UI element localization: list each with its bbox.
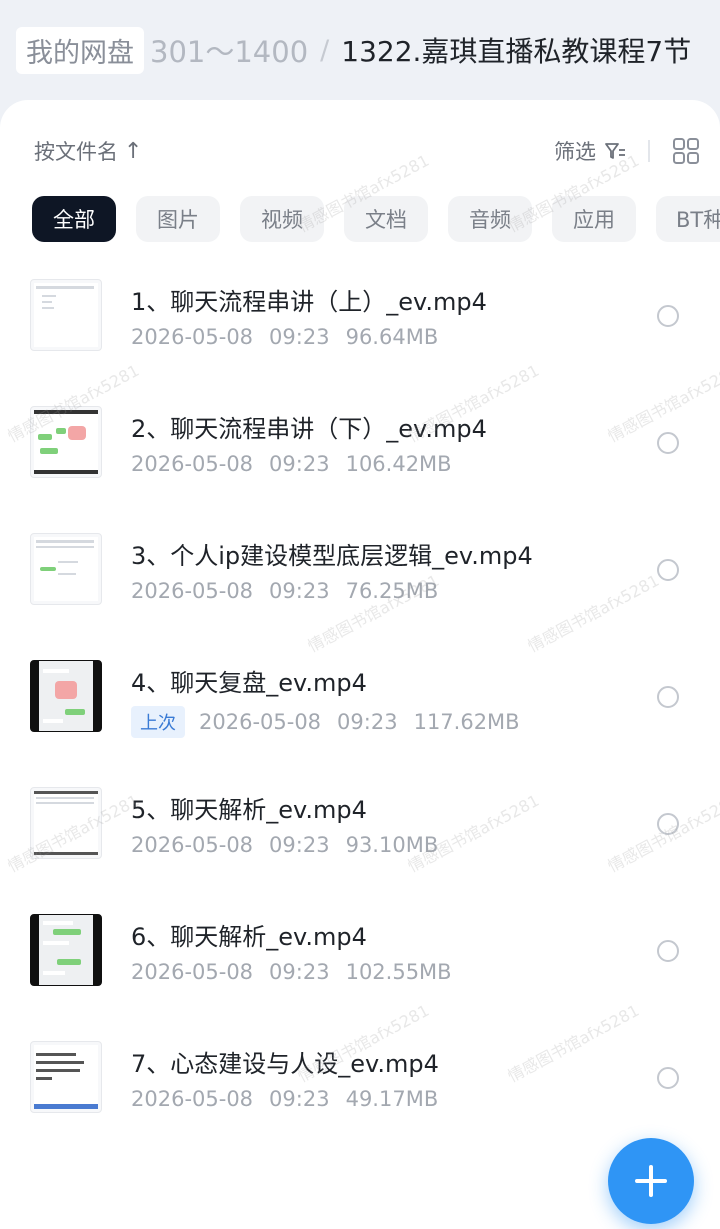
tab-images[interactable]: 图片 [136,196,220,242]
file-time: 09:23 [269,325,330,349]
file-meta: 上次 2026-05-08 09:23 117.62MB [131,706,536,738]
video-thumbnail [30,279,102,351]
file-row[interactable]: 1、聊天流程串讲（上）_ev.mp4 2026-05-08 09:23 96.6… [0,252,720,379]
file-size: 93.10MB [345,833,439,857]
file-row[interactable]: 4、聊天复盘_ev.mp4 上次 2026-05-08 09:23 117.62… [0,633,720,760]
sort-by-name-button[interactable]: 按文件名 [34,136,118,166]
breadcrumb-parent[interactable]: 301～1400 [150,29,308,71]
add-button[interactable] [608,1138,694,1224]
tab-videos[interactable]: 视频 [240,196,324,242]
file-name: 4、聊天复盘_ev.mp4 [131,669,367,697]
category-tabs: 全部 图片 视频 文档 音频 应用 BT种子 [32,196,720,242]
file-size: 76.25MB [345,579,439,603]
file-list: 1、聊天流程串讲（上）_ev.mp4 2026-05-08 09:23 96.6… [0,252,720,1141]
video-thumbnail [30,914,102,986]
file-size: 49.17MB [345,1087,439,1111]
tab-all[interactable]: 全部 [32,196,116,242]
breadcrumb-separator: / [320,34,330,66]
file-name: 5、聊天解析_ev.mp4 [131,796,367,824]
file-row[interactable]: 3、个人ip建设模型底层逻辑_ev.mp4 2026-05-08 09:23 7… [0,506,720,633]
grid-view-icon[interactable] [672,137,700,165]
select-radio[interactable] [657,686,679,708]
file-meta: 2026-05-08 09:23 96.64MB [131,325,454,349]
file-date: 2026-05-08 [199,710,322,734]
plus-icon [635,1165,667,1197]
filter-icon[interactable] [604,140,626,162]
file-time: 09:23 [269,833,330,857]
filter-button[interactable]: 筛选 [554,136,596,166]
file-meta: 2026-05-08 09:23 49.17MB [131,1087,454,1111]
video-thumbnail [30,787,102,859]
last-viewed-badge: 上次 [131,706,185,738]
file-row[interactable]: 5、聊天解析_ev.mp4 2026-05-08 09:23 93.10MB [0,760,720,887]
file-size: 102.55MB [345,960,452,984]
file-time: 09:23 [269,579,330,603]
tab-documents[interactable]: 文档 [344,196,428,242]
file-row[interactable]: 2、聊天流程串讲（下）_ev.mp4 2026-05-08 09:23 106.… [0,379,720,506]
select-radio[interactable] [657,1067,679,1089]
video-thumbnail [30,660,102,732]
breadcrumb-root[interactable]: 我的网盘 [16,26,144,74]
file-name: 6、聊天解析_ev.mp4 [131,923,367,951]
file-size: 106.42MB [345,452,452,476]
tab-bt[interactable]: BT种子 [656,196,720,242]
file-name: 1、聊天流程串讲（上）_ev.mp4 [131,288,487,316]
file-meta: 2026-05-08 09:23 93.10MB [131,833,454,857]
file-date: 2026-05-08 [131,452,254,476]
file-time: 09:23 [337,710,398,734]
file-size: 117.62MB [413,710,520,734]
file-meta: 2026-05-08 09:23 76.25MB [131,579,454,603]
select-radio[interactable] [657,813,679,835]
file-time: 09:23 [269,452,330,476]
file-time: 09:23 [269,960,330,984]
file-time: 09:23 [269,1087,330,1111]
select-radio[interactable] [657,305,679,327]
file-row[interactable]: 7、心态建设与人设_ev.mp4 2026-05-08 09:23 49.17M… [0,1014,720,1141]
file-size: 96.64MB [345,325,439,349]
file-name: 7、心态建设与人设_ev.mp4 [131,1050,439,1078]
file-date: 2026-05-08 [131,833,254,857]
sort-toolbar: 按文件名 ↑ 筛选 [34,136,700,166]
select-radio[interactable] [657,940,679,962]
toolbar-divider [648,140,650,162]
file-date: 2026-05-08 [131,960,254,984]
breadcrumb-current: 1322.嘉琪直播私教课程7节 [341,35,692,68]
sort-arrow-up-icon[interactable]: ↑ [124,139,142,164]
file-date: 2026-05-08 [131,1087,254,1111]
file-date: 2026-05-08 [131,579,254,603]
tab-apps[interactable]: 应用 [552,196,636,242]
tab-audio[interactable]: 音频 [448,196,532,242]
select-radio[interactable] [657,432,679,454]
file-name: 2、聊天流程串讲（下）_ev.mp4 [131,415,487,443]
file-meta: 2026-05-08 09:23 106.42MB [131,452,468,476]
video-thumbnail [30,406,102,478]
file-meta: 2026-05-08 09:23 102.55MB [131,960,468,984]
select-radio[interactable] [657,559,679,581]
file-panel: 按文件名 ↑ 筛选 全部 图片 视频 文档 音频 应用 BT种子 [0,100,720,1229]
file-date: 2026-05-08 [131,325,254,349]
file-name: 3、个人ip建设模型底层逻辑_ev.mp4 [131,542,533,570]
breadcrumb: 我的网盘 301～1400 / 1322.嘉琪直播私教课程7节 [0,0,720,100]
video-thumbnail [30,1041,102,1113]
file-row[interactable]: 6、聊天解析_ev.mp4 2026-05-08 09:23 102.55MB [0,887,720,1014]
video-thumbnail [30,533,102,605]
